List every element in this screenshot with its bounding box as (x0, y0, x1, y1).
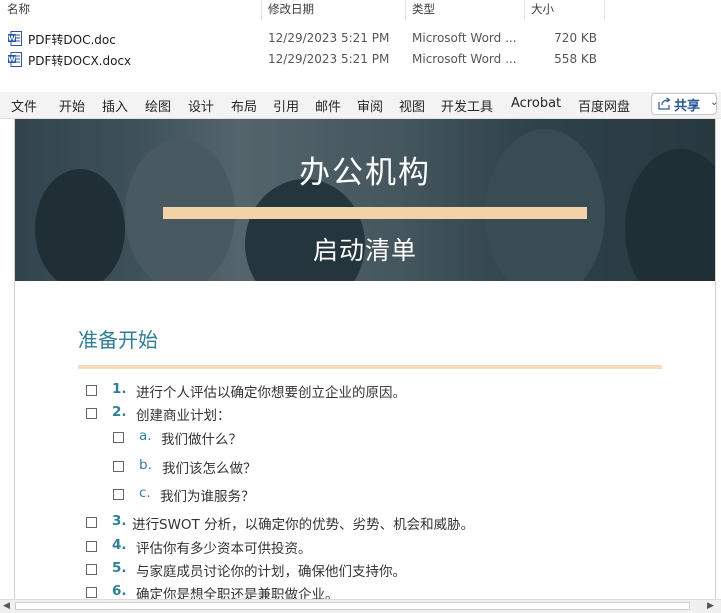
banner-subtitle: 启动清单 (312, 236, 417, 265)
column-header-name[interactable]: 名称 (7, 1, 30, 17)
svg-text:W: W (8, 56, 16, 64)
column-divider[interactable] (405, 0, 406, 20)
tab-developer[interactable]: 开发工具 (441, 96, 493, 115)
item-text: 我们做什么？ (161, 432, 242, 448)
word-doc-icon: W (8, 31, 22, 46)
tab-review[interactable]: 审阅 (357, 96, 383, 115)
file-type: Microsoft Word ... (412, 31, 517, 45)
tab-view[interactable]: 视图 (399, 96, 425, 115)
item-number: a. (139, 428, 152, 444)
share-label: 共享 (674, 99, 701, 114)
item-number: 4. (112, 537, 127, 553)
column-divider[interactable] (261, 0, 262, 20)
svg-text:W: W (8, 35, 16, 43)
section-heading: 准备开始 (78, 328, 158, 352)
item-number: 6. (112, 583, 127, 599)
scroll-left-arrow-icon[interactable]: ◀ (3, 601, 10, 611)
chevron-down-icon[interactable]: ⌄ (710, 97, 718, 108)
item-text: 进行SWOT 分析，以确定你的优势、劣势、机会和威胁。 (132, 517, 475, 533)
tab-acrobat[interactable]: Acrobat (511, 96, 561, 111)
share-button[interactable]: 共享 ⌄ (651, 93, 718, 115)
document-canvas[interactable]: 办公机构 启动清单 准备开始 1. 进行个人评估以确定你想要创立企业的原因。 2… (0, 119, 721, 599)
tab-layout[interactable]: 布局 (231, 96, 257, 115)
tab-mailings[interactable]: 邮件 (315, 96, 341, 115)
ribbon-tab-bar: 文件 开始 插入 绘图 设计 布局 引用 邮件 审阅 视图 开发工具 Acrob… (0, 92, 721, 119)
section-divider (78, 365, 662, 369)
tab-draw[interactable]: 绘图 (145, 96, 171, 115)
column-header-size[interactable]: 大小 (531, 1, 554, 17)
item-number: 2. (112, 404, 127, 420)
file-row[interactable]: W PDF转DOCX.docx 12/29/2023 5:21 PM Micro… (0, 49, 721, 70)
checkbox[interactable] (86, 517, 97, 528)
share-icon (658, 97, 671, 110)
column-divider[interactable] (524, 0, 525, 20)
file-explorer: 名称 修改日期 类型 大小 W PDF转DOC.doc 12/29/2023 5… (0, 0, 721, 92)
item-number: 3. (112, 513, 127, 529)
file-row[interactable]: W PDF转DOC.doc 12/29/2023 5:21 PM Microso… (0, 28, 721, 49)
item-text: 确定你是想全职还是兼职做企业。 (136, 587, 339, 599)
file-size: 720 KB (554, 31, 597, 45)
checkbox[interactable] (86, 564, 97, 575)
banner-title: 办公机构 (299, 155, 431, 191)
checkbox[interactable] (113, 461, 124, 472)
column-headers: 名称 修改日期 类型 大小 (0, 0, 721, 20)
banner-image: 办公机构 启动清单 (15, 119, 715, 281)
column-divider[interactable] (604, 0, 605, 20)
tab-insert[interactable]: 插入 (102, 96, 128, 115)
scrollbar-thumb[interactable] (15, 602, 690, 610)
checkbox[interactable] (86, 385, 97, 396)
tab-references[interactable]: 引用 (273, 96, 299, 115)
item-text: 我们该怎么做？ (162, 461, 257, 477)
vertical-scrollbar[interactable] (715, 119, 721, 599)
horizontal-scrollbar[interactable]: ◀ ▶ (0, 599, 721, 613)
file-type: Microsoft Word ... (412, 52, 517, 66)
checkbox[interactable] (86, 587, 97, 598)
item-text: 与家庭成员讨论你的计划，确保他们支持你。 (136, 564, 406, 580)
tab-baidu-netdisk[interactable]: 百度网盘 (578, 96, 630, 115)
file-name: PDF转DOCX.docx (28, 54, 132, 68)
column-header-modified[interactable]: 修改日期 (268, 1, 314, 17)
item-number: 5. (112, 560, 127, 576)
tab-file[interactable]: 文件 (11, 96, 37, 115)
item-text: 进行个人评估以确定你想要创立企业的原因。 (136, 385, 406, 401)
item-number: c. (139, 485, 151, 501)
checkbox[interactable] (113, 489, 124, 500)
item-text: 评估你有多少资本可供投资。 (136, 541, 312, 557)
item-text: 创建商业计划： (136, 408, 231, 424)
tab-design[interactable]: 设计 (188, 96, 214, 115)
item-number: 1. (112, 381, 127, 397)
item-number: b. (139, 457, 152, 473)
file-size: 558 KB (554, 52, 597, 66)
file-modified: 12/29/2023 5:21 PM (268, 31, 390, 45)
tab-home[interactable]: 开始 (59, 96, 85, 115)
file-name: PDF转DOC.doc (28, 33, 116, 47)
column-header-type[interactable]: 类型 (412, 1, 435, 17)
checkbox[interactable] (86, 408, 97, 419)
checkbox[interactable] (86, 541, 97, 552)
scroll-right-arrow-icon[interactable]: ▶ (707, 601, 714, 611)
checkbox[interactable] (113, 432, 124, 443)
file-modified: 12/29/2023 5:21 PM (268, 52, 390, 66)
item-text: 我们为谁服务？ (160, 489, 255, 505)
banner-accent-bar (163, 207, 587, 219)
word-doc-icon: W (8, 52, 22, 67)
